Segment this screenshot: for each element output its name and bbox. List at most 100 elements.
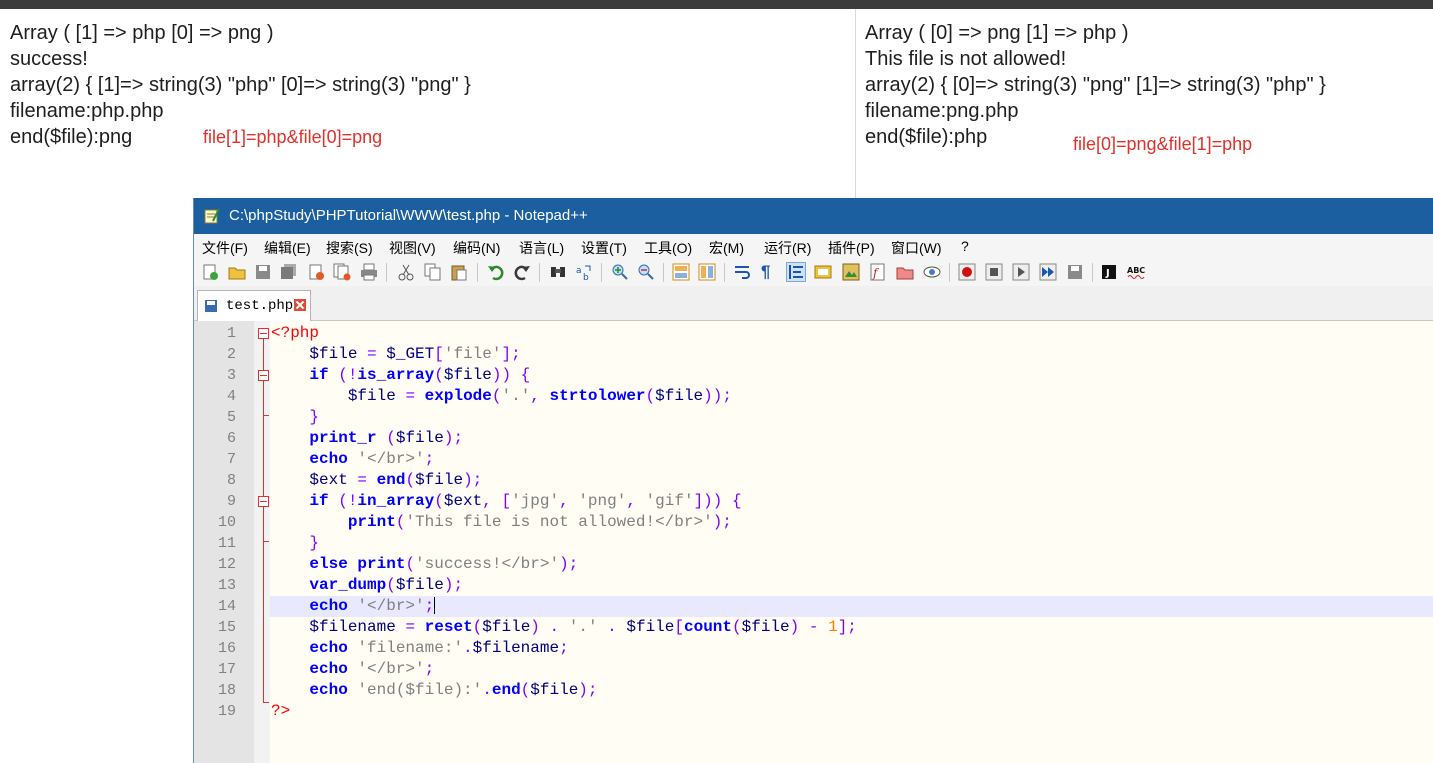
- fold-toggle-icon[interactable]: [258, 370, 269, 381]
- code-text: var_dump($file);: [309, 576, 464, 594]
- new-file-icon[interactable]: [201, 263, 219, 281]
- php-close-tag: ?>: [271, 702, 291, 720]
- menu-settings[interactable]: 设置(T): [581, 238, 627, 258]
- code-text: print('This file is not allowed!</br>');: [347, 513, 732, 531]
- code-line: 13 var_dump($file);: [194, 575, 1433, 596]
- menu-search[interactable]: 搜索(S): [326, 238, 373, 258]
- tab-test-php[interactable]: test.php: [197, 290, 311, 321]
- fold-toggle-icon[interactable]: [258, 328, 269, 339]
- toolbar-separator: [663, 263, 664, 282]
- menu-help[interactable]: ?: [961, 238, 969, 254]
- word-wrap-icon[interactable]: [733, 263, 751, 281]
- code-text: if (!is_array($file)) {: [309, 366, 531, 384]
- code-line: 11 }: [194, 533, 1433, 554]
- output-line: Array ( [1] => php [0] => png ): [10, 22, 274, 44]
- print-icon[interactable]: [360, 263, 378, 281]
- line-number: 18: [217, 682, 236, 699]
- menu-encoding[interactable]: 编码(N): [453, 238, 500, 258]
- text-cursor: [434, 597, 436, 615]
- macro-play-icon[interactable]: [1012, 263, 1030, 281]
- line-number: 5: [226, 409, 236, 426]
- output-line: This file is not allowed!: [865, 48, 1067, 70]
- cut-icon[interactable]: [397, 263, 415, 281]
- macro-record-icon[interactable]: [958, 263, 976, 281]
- code-line: 9 if (!in_array($ext, ['jpg', 'png', 'gi…: [194, 491, 1433, 512]
- menu-language[interactable]: 语言(L): [519, 238, 564, 258]
- line-number: 3: [226, 367, 236, 384]
- menu-window[interactable]: 窗口(W): [891, 238, 942, 258]
- close-tab-icon[interactable]: [294, 299, 306, 311]
- toolbar: ab ¶ f J ABC: [194, 258, 1433, 286]
- line-number: 13: [217, 577, 236, 594]
- code-line: 2 $file = $_GET['file'];: [194, 344, 1433, 365]
- user-language-icon[interactable]: [814, 263, 832, 281]
- menu-file[interactable]: 文件(F): [202, 238, 248, 258]
- menu-run[interactable]: 运行(R): [764, 238, 811, 258]
- copy-icon[interactable]: [424, 263, 442, 281]
- line-number: 12: [217, 556, 236, 573]
- code-text: else print('success!</br>');: [309, 555, 579, 573]
- folder-workspace-icon[interactable]: [896, 263, 914, 281]
- zoom-in-icon[interactable]: [611, 263, 629, 281]
- close-file-icon[interactable]: [307, 263, 325, 281]
- code-editor[interactable]: 1 <?php 2 $file = $_GET['file']; 3 if (!…: [194, 321, 1433, 763]
- code-line: 1 <?php: [194, 323, 1433, 344]
- macro-save-icon[interactable]: [1066, 263, 1084, 281]
- function-list-icon[interactable]: f: [869, 263, 887, 281]
- line-number: 7: [226, 451, 236, 468]
- monitoring-icon[interactable]: [923, 263, 941, 281]
- code-line: 6 print_r ($file);: [194, 428, 1433, 449]
- close-all-icon[interactable]: [333, 263, 351, 281]
- menu-view[interactable]: 视图(V): [389, 238, 436, 258]
- save-all-icon[interactable]: [280, 263, 298, 281]
- open-file-icon[interactable]: [228, 263, 246, 281]
- menu-plugins[interactable]: 插件(P): [828, 238, 875, 258]
- code-line: 8 $ext = end($file);: [194, 470, 1433, 491]
- code-text: }: [309, 534, 320, 552]
- toolbar-separator: [386, 263, 387, 282]
- toolbar-separator: [477, 263, 478, 282]
- line-number: 14: [217, 598, 236, 615]
- code-text: $file = explode('.', strtolower($file));: [347, 387, 732, 405]
- menu-macro[interactable]: 宏(M): [709, 238, 744, 258]
- code-line: 7 echo '</br>';: [194, 449, 1433, 470]
- svg-text:b: b: [583, 273, 589, 281]
- macro-run-multiple-icon[interactable]: [1039, 263, 1057, 281]
- replace-icon[interactable]: ab: [575, 263, 593, 281]
- show-all-chars-icon[interactable]: ¶: [761, 263, 779, 281]
- paste-icon[interactable]: [450, 263, 468, 281]
- menu-bar: 文件(F) 编辑(E) 搜索(S) 视图(V) 编码(N) 语言(L) 设置(T…: [194, 234, 1433, 258]
- sync-horizontal-icon[interactable]: [698, 263, 716, 281]
- code-text: if (!in_array($ext, ['jpg', 'png', 'gif'…: [309, 492, 742, 510]
- notepadpp-window: C:\phpStudy\PHPTutorial\WWW\test.php - N…: [193, 198, 1433, 763]
- menu-edit[interactable]: 编辑(E): [264, 238, 311, 258]
- output-line: filename:png.php: [865, 100, 1019, 122]
- macro-stop-icon[interactable]: [985, 263, 1003, 281]
- code-text: $ext = end($file);: [309, 471, 483, 489]
- line-number: 19: [217, 703, 236, 720]
- line-number: 16: [217, 640, 236, 657]
- find-icon[interactable]: [549, 263, 567, 281]
- output-line: array(2) { [0]=> string(3) "png" [1]=> s…: [865, 74, 1326, 96]
- svg-text:ABC: ABC: [1127, 266, 1145, 275]
- spell-check-icon[interactable]: ABC: [1127, 263, 1145, 281]
- code-line: 16 echo 'filename:'.$filename;: [194, 638, 1433, 659]
- line-number: 6: [226, 430, 236, 447]
- redo-icon[interactable]: [513, 263, 531, 281]
- doc-map-icon[interactable]: [842, 263, 860, 281]
- undo-icon[interactable]: [487, 263, 505, 281]
- svg-text:J: J: [1105, 268, 1110, 279]
- sync-vertical-icon[interactable]: [672, 263, 690, 281]
- zoom-out-icon[interactable]: [637, 263, 655, 281]
- line-number: 15: [217, 619, 236, 636]
- code-text: echo 'filename:'.$filename;: [309, 639, 569, 657]
- code-text: echo '</br>';: [309, 660, 435, 678]
- fold-toggle-icon[interactable]: [258, 496, 269, 507]
- output-line: Array ( [0] => png [1] => php ): [865, 22, 1129, 44]
- indent-guide-icon[interactable]: [786, 262, 806, 282]
- code-text: <?php: [271, 323, 319, 344]
- save-icon[interactable]: [254, 263, 272, 281]
- menu-tools[interactable]: 工具(O): [644, 238, 692, 258]
- title-bar[interactable]: C:\phpStudy\PHPTutorial\WWW\test.php - N…: [194, 198, 1433, 234]
- jslint-icon[interactable]: J: [1100, 263, 1118, 281]
